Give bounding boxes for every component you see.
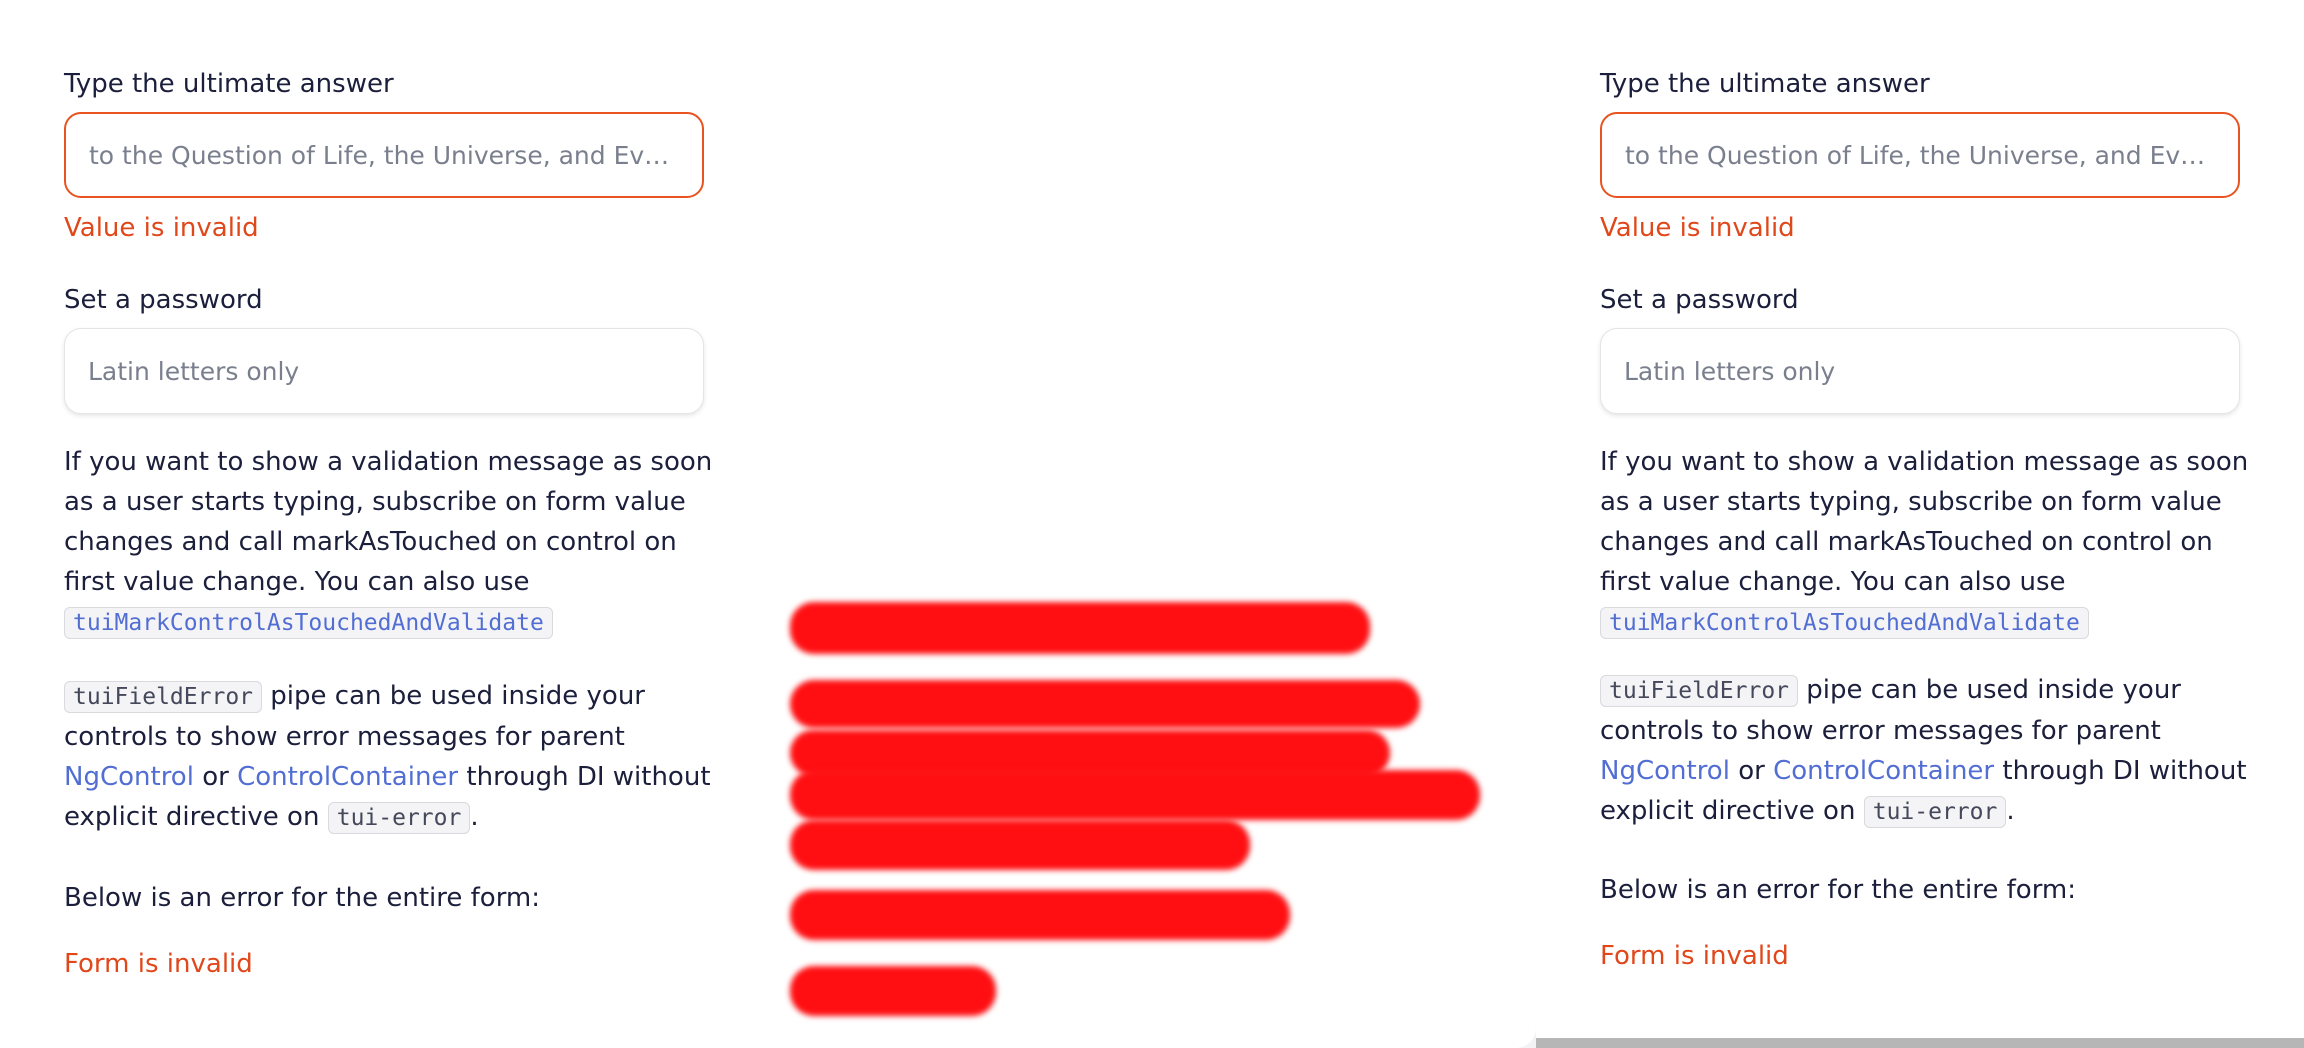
password-placeholder: Latin letters only [1624, 356, 1836, 386]
password-label: Set a password [1600, 285, 1799, 315]
answer-placeholder: to the Question of Life, the Universe, a… [89, 140, 679, 170]
info-paragraph: If you want to show a validation message… [1600, 442, 2255, 643]
form-error: Form is invalid [1600, 941, 1789, 971]
password-placeholder: Latin letters only [88, 356, 300, 386]
horizontal-scrollbar[interactable] [1536, 1038, 2304, 1048]
controlcontainer-link[interactable]: ControlContainer [237, 762, 458, 792]
field-error-code: tuiFieldError [64, 681, 263, 713]
redaction-bar [790, 602, 1370, 654]
tui-error-code: tui-error [1863, 796, 2007, 828]
info-text: If you want to show a validation message… [64, 447, 713, 597]
mark-touched-code: tuiMarkControlAsTouchedAndValidate [1600, 607, 2089, 639]
ngcontrol-link[interactable]: NgControl [1600, 756, 1730, 786]
answer-placeholder: to the Question of Life, the Universe, a… [1625, 140, 2215, 170]
answer-label: Type the ultimate answer [1600, 69, 1930, 99]
answer-label: Type the ultimate answer [64, 69, 394, 99]
redaction-bar [790, 890, 1290, 940]
tui-error-code: tui-error [327, 802, 471, 834]
field-error-code: tuiFieldError [1600, 675, 1799, 707]
pipe-paragraph: tuiFieldError pipe can be used inside yo… [1600, 670, 2255, 832]
right-pane: Type the ultimate answer to the Question… [1536, 0, 2304, 1038]
form-error-label: Below is an error for the entire form: [1600, 875, 2077, 905]
info-text: If you want to show a validation message… [1600, 447, 2249, 597]
redacted-text-block [790, 600, 1490, 1020]
mark-touched-code: tuiMarkControlAsTouchedAndValidate [64, 607, 553, 639]
password-input[interactable]: Latin letters only [64, 328, 704, 414]
redaction-bar [790, 820, 1250, 870]
redaction-bar [790, 680, 1420, 728]
or-text: or [1738, 756, 1765, 786]
redaction-bar [790, 770, 1480, 820]
or-text: or [202, 762, 229, 792]
info-paragraph: If you want to show a validation message… [64, 442, 719, 643]
period-text: . [2006, 796, 2015, 826]
answer-input[interactable]: to the Question of Life, the Universe, a… [64, 112, 704, 198]
left-pane: Type the ultimate answer to the Question… [0, 0, 1536, 1048]
pipe-paragraph: tuiFieldError pipe can be used inside yo… [64, 676, 719, 838]
controlcontainer-link[interactable]: ControlContainer [1773, 756, 1994, 786]
answer-input[interactable]: to the Question of Life, the Universe, a… [1600, 112, 2240, 198]
ngcontrol-link[interactable]: NgControl [64, 762, 194, 792]
period-text: . [470, 802, 479, 832]
redaction-bar [790, 966, 996, 1016]
form-error-label: Below is an error for the entire form: [64, 883, 541, 913]
form-error: Form is invalid [64, 949, 253, 979]
password-input[interactable]: Latin letters only [1600, 328, 2240, 414]
password-label: Set a password [64, 285, 263, 315]
answer-error: Value is invalid [1600, 213, 1795, 243]
answer-error: Value is invalid [64, 213, 259, 243]
